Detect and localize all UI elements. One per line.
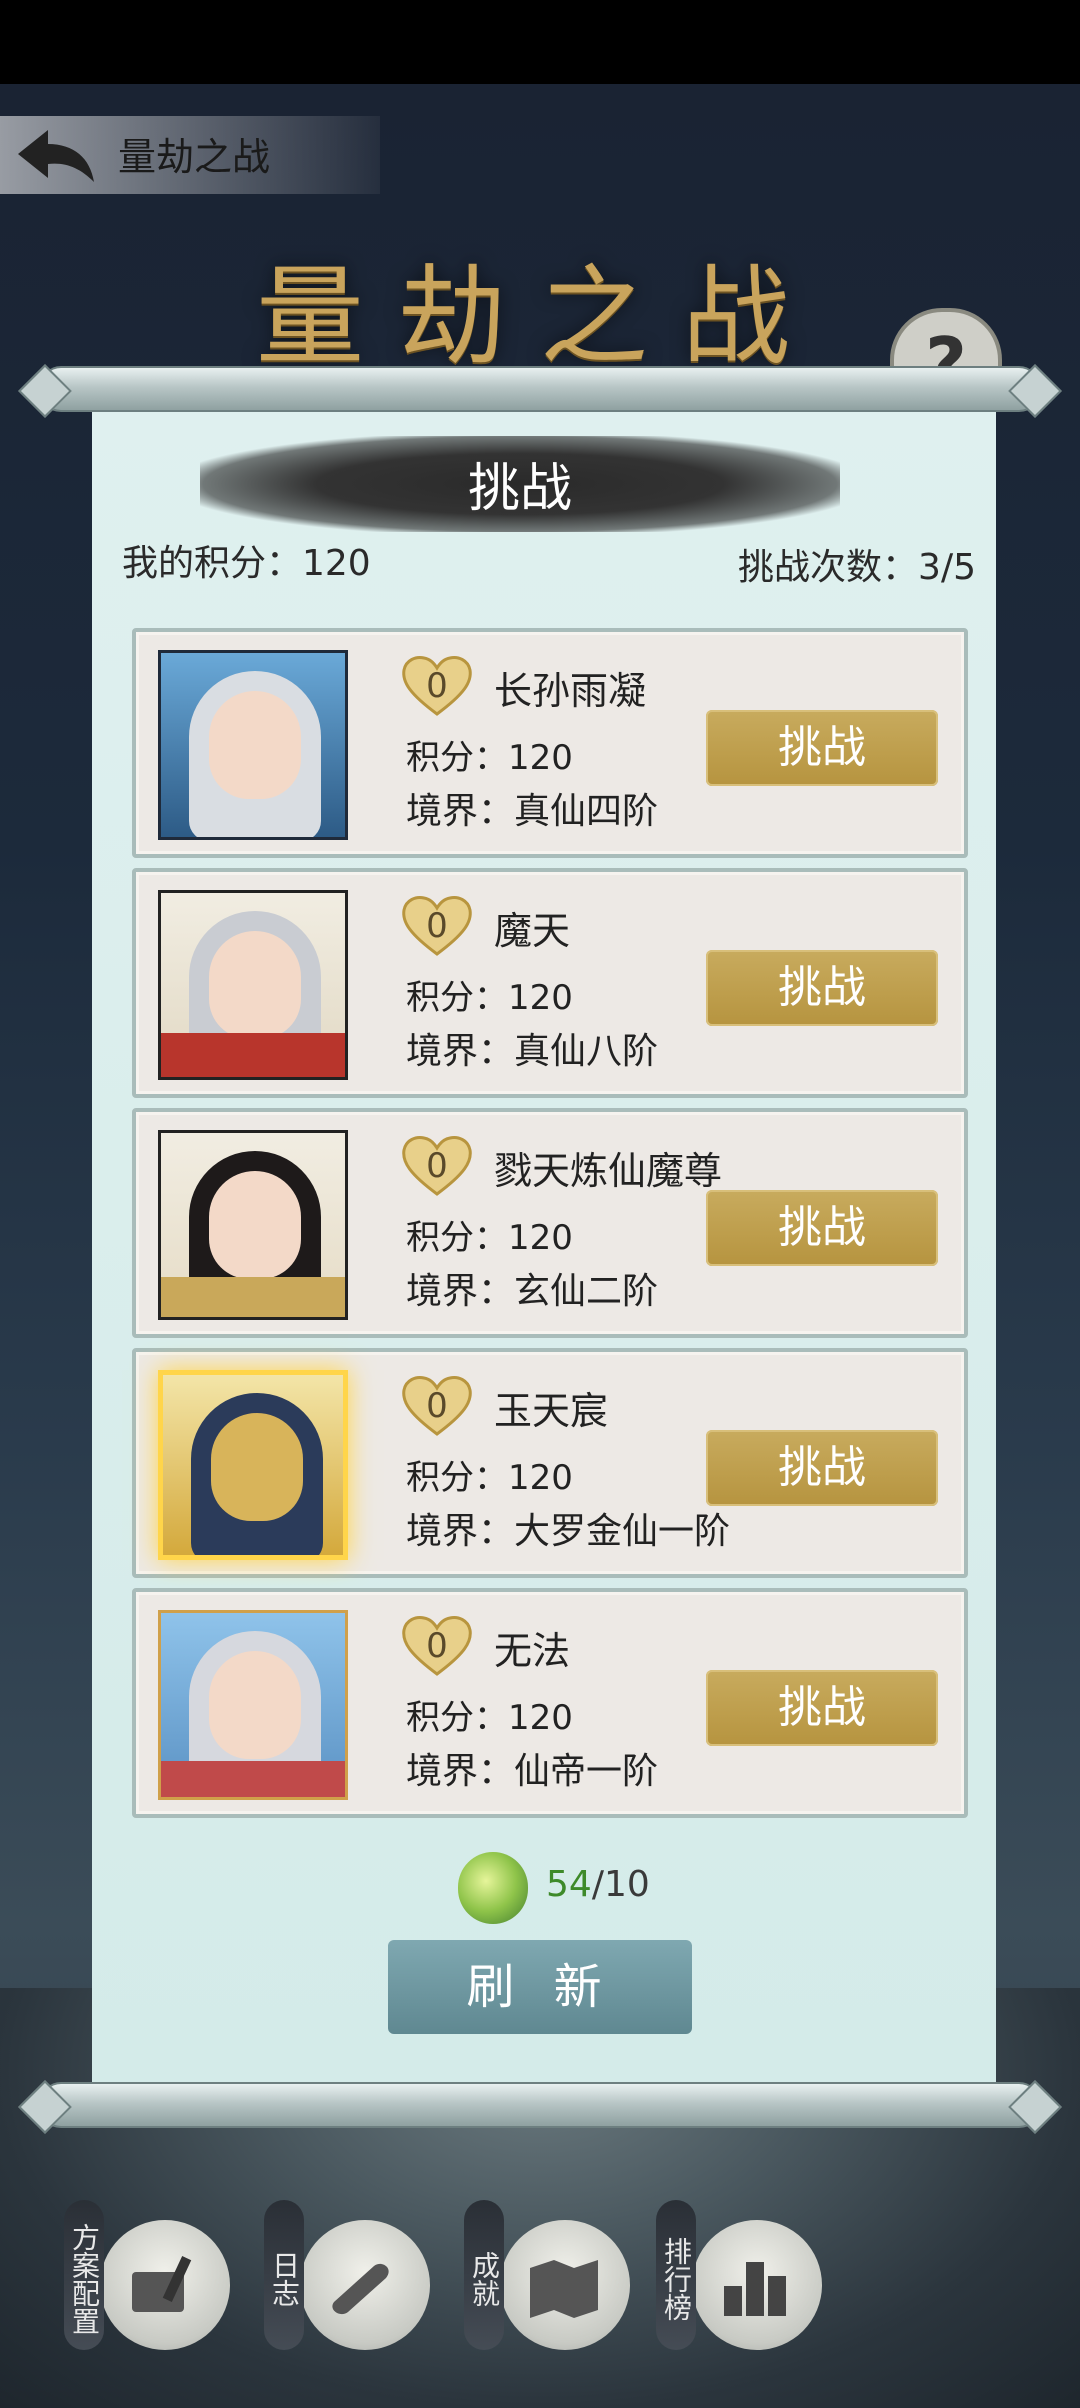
heart-count: 0 <box>426 1386 448 1426</box>
opponent-name: 无法 <box>494 1629 571 1673</box>
opponent-card: 0 无法 积分：120 境界：仙帝一阶 挑战 <box>132 1588 968 1818</box>
heart-count: 0 <box>426 666 448 706</box>
opponent-points: 积分：120 <box>406 738 573 778</box>
opponent-realm: 境界：真仙八阶 <box>406 1031 659 1072</box>
nav-ranking[interactable]: 排行榜 <box>656 2190 846 2360</box>
challenge-button[interactable]: 挑战 <box>706 1670 938 1746</box>
opponent-name: 戮天炼仙魔尊 <box>494 1149 723 1193</box>
refresh-cost: 54/10 <box>546 1864 650 1905</box>
nav-log[interactable]: 日志 <box>264 2190 454 2360</box>
nav-scheme-config[interactable]: 方案配置 <box>64 2190 254 2360</box>
opponent-card: 0 戮天炼仙魔尊 积分：120 境界：玄仙二阶 挑战 <box>132 1108 968 1338</box>
my-score: 我的积分：120 <box>122 543 371 584</box>
avatar <box>158 650 348 840</box>
heart-count: 0 <box>426 906 448 946</box>
scroll-brush-glyph <box>132 2256 192 2312</box>
nav-label: 成就 <box>464 2200 504 2350</box>
opponent-card: 0 魔天 积分：120 境界：真仙八阶 挑战 <box>132 868 968 1098</box>
token-required: /10 <box>591 1864 650 1905</box>
scroll-rod-top <box>40 366 1040 412</box>
opponent-realm: 境界：大罗金仙一阶 <box>406 1511 731 1552</box>
opponent-card: 0 玉天宸 积分：120 境界：大罗金仙一阶 挑战 <box>132 1348 968 1578</box>
opponent-name: 玉天宸 <box>494 1389 609 1433</box>
refresh-button[interactable]: 刷 新 <box>388 1940 692 2034</box>
nav-label: 日志 <box>264 2200 304 2350</box>
avatar <box>158 890 348 1080</box>
jade-token-icon <box>458 1852 528 1924</box>
opponent-realm: 境界：仙帝一阶 <box>406 1751 659 1792</box>
opponent-points: 积分：120 <box>406 1218 573 1258</box>
back-arrow-icon <box>18 130 94 182</box>
opponent-points: 积分：120 <box>406 978 573 1018</box>
avatar <box>158 1610 348 1800</box>
ranking-glyph <box>724 2262 786 2316</box>
challenge-button[interactable]: 挑战 <box>706 710 938 786</box>
opponent-realm: 境界：玄仙二阶 <box>406 1271 659 1312</box>
panel-heading: 挑战 <box>467 459 572 519</box>
challenge-button[interactable]: 挑战 <box>706 950 938 1026</box>
scroll-rod-bottom <box>40 2082 1040 2128</box>
nav-label: 方案配置 <box>64 2200 104 2350</box>
map-glyph <box>530 2260 598 2318</box>
nav-label: 排行榜 <box>656 2200 696 2350</box>
page-title: 量劫之战 <box>118 135 271 179</box>
challenge-button[interactable]: 挑战 <box>706 1430 938 1506</box>
avatar <box>158 1130 348 1320</box>
challenge-button[interactable]: 挑战 <box>706 1190 938 1266</box>
opponent-name: 魔天 <box>494 909 571 953</box>
scroll-glyph <box>332 2263 389 2315</box>
opponent-realm: 境界：真仙四阶 <box>406 791 659 832</box>
opponent-name: 长孙雨凝 <box>494 669 647 713</box>
status-bar <box>0 0 1080 84</box>
opponent-card: 0 长孙雨凝 积分：120 境界：真仙四阶 挑战 <box>132 628 968 858</box>
back-button[interactable] <box>14 124 98 186</box>
avatar <box>158 1370 348 1560</box>
token-owned: 54 <box>546 1864 592 1905</box>
heart-count: 0 <box>426 1146 448 1186</box>
heart-count: 0 <box>426 1626 448 1666</box>
nav-achievements[interactable]: 成就 <box>464 2190 654 2360</box>
opponent-points: 积分：120 <box>406 1458 573 1498</box>
challenge-count: 挑战次数：3/5 <box>738 547 976 588</box>
opponent-points: 积分：120 <box>406 1698 573 1738</box>
